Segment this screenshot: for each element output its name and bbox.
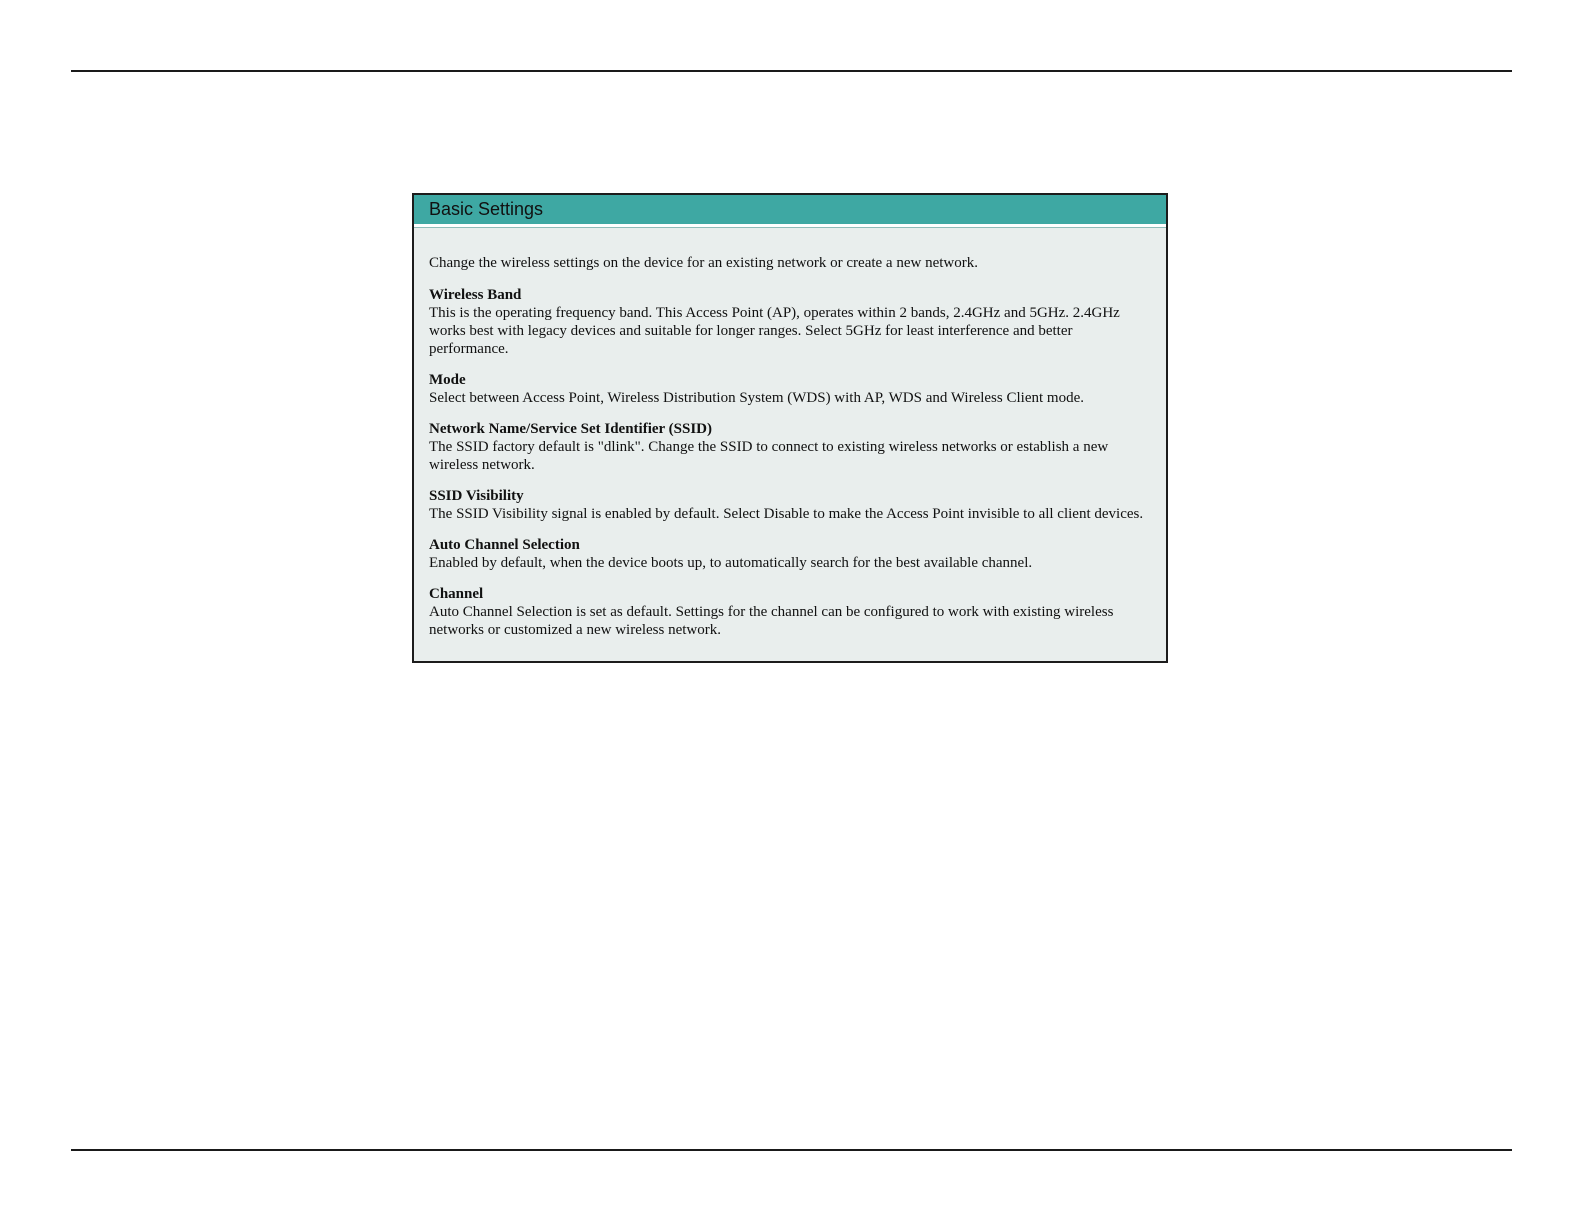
basic-settings-help-panel: Basic Settings Change the wireless setti… xyxy=(412,193,1168,663)
section-heading: Wireless Band xyxy=(429,287,522,303)
section-text: Select between Access Point, Wireless Di… xyxy=(429,390,1084,406)
top-divider xyxy=(71,70,1512,72)
section-channel: Channel Auto Channel Selection is set as… xyxy=(429,585,1152,639)
section-auto-channel-selection: Auto Channel Selection Enabled by defaul… xyxy=(429,536,1152,572)
section-heading: Network Name/Service Set Identifier (SSI… xyxy=(429,421,713,437)
section-wireless-band: Wireless Band This is the operating freq… xyxy=(429,286,1152,358)
section-ssid: Network Name/Service Set Identifier (SSI… xyxy=(429,420,1152,474)
section-text: The SSID factory default is "dlink". Cha… xyxy=(429,439,1109,473)
section-text: Enabled by default, when the device boot… xyxy=(429,555,1033,571)
bottom-divider xyxy=(71,1149,1512,1151)
section-heading: Channel xyxy=(429,586,484,602)
section-heading: Auto Channel Selection xyxy=(429,537,580,553)
section-text: Auto Channel Selection is set as default… xyxy=(429,604,1114,638)
section-heading: SSID Visibility xyxy=(429,488,524,504)
section-heading: Mode xyxy=(429,372,466,388)
section-text: The SSID Visibility signal is enabled by… xyxy=(429,506,1144,522)
section-text: This is the operating frequency band. Th… xyxy=(429,305,1120,357)
panel-body: Change the wireless settings on the devi… xyxy=(414,227,1166,639)
panel-title: Basic Settings xyxy=(429,199,544,219)
panel-header: Basic Settings xyxy=(414,195,1166,227)
panel-intro: Change the wireless settings on the devi… xyxy=(429,255,978,271)
section-mode: Mode Select between Access Point, Wirele… xyxy=(429,371,1152,407)
section-ssid-visibility: SSID Visibility The SSID Visibility sign… xyxy=(429,487,1152,523)
